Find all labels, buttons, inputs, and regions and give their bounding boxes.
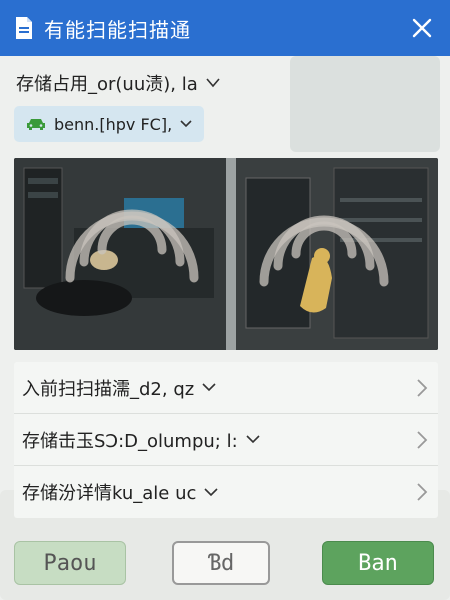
list-item-label: 入前扫扫描濡_d2, qz: [22, 378, 195, 400]
car-icon: [27, 119, 45, 130]
chevron-down-icon: [202, 383, 216, 392]
primary-button[interactable]: Ban: [322, 541, 434, 585]
background-decoration: [290, 56, 440, 152]
list-item-label: 存储汾详情ku_ale uc: [22, 483, 197, 504]
chevron-down-icon: [204, 487, 218, 496]
storage-selector-label: 存储占用_or(uu渍), la: [16, 74, 198, 95]
window-title: 有能扫能扫描通: [44, 17, 191, 42]
close-button[interactable]: [408, 14, 436, 42]
document-icon: [16, 17, 32, 39]
title-bar: 有能扫能扫描通: [0, 0, 450, 56]
chevron-down-icon: [206, 78, 220, 88]
device-chip-label: benn.[hpv FC],: [54, 114, 173, 134]
list-item[interactable]: 入前扫扫描濡_d2, qz: [14, 362, 438, 414]
close-icon: [412, 18, 432, 38]
chevron-down-icon: [180, 120, 192, 128]
chevron-right-icon: [417, 379, 428, 397]
device-selector-chip[interactable]: benn.[hpv FC],: [14, 106, 205, 142]
chevron-right-icon: [417, 431, 428, 449]
chevron-right-icon: [417, 483, 428, 501]
list-item[interactable]: 存储汾详情ku_ale uc: [14, 466, 438, 518]
secondary-button[interactable]: Paou: [14, 541, 126, 585]
chevron-down-icon: [246, 435, 260, 444]
middle-button[interactable]: Ɓd: [172, 541, 270, 585]
list-item-label: 存储击玉SƆ:D_olumpu; l:: [22, 430, 238, 452]
scan-preview-image: [14, 158, 438, 350]
settings-list: 入前扫扫描濡_d2, qz 存储击玉SƆ:D_olumpu; l: 存储汾详情k…: [14, 362, 438, 518]
list-item[interactable]: 存储击玉SƆ:D_olumpu; l:: [14, 414, 438, 466]
storage-selector[interactable]: 存储占用_or(uu渍), la: [16, 70, 220, 96]
